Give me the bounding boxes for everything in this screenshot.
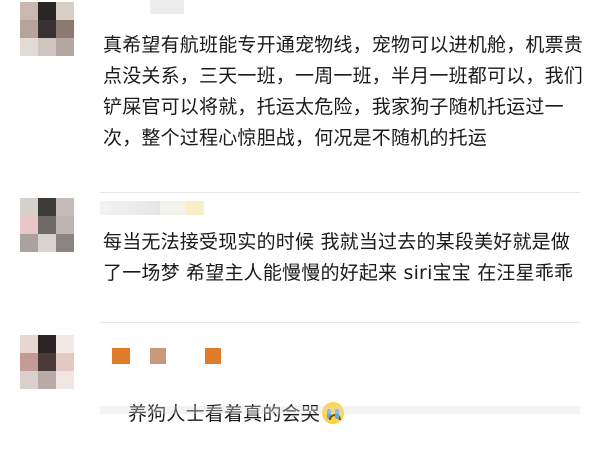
- avatar-pixel: [38, 371, 56, 389]
- username-obscured: [186, 201, 204, 215]
- avatar-pixel: [56, 335, 74, 353]
- avatar-pixel: [20, 198, 38, 216]
- username-obscured[interactable]: [150, 0, 184, 14]
- avatar-pixel: [20, 20, 38, 38]
- avatar-pixel: [38, 234, 56, 252]
- avatar-pixel: [20, 371, 38, 389]
- comment-text: 养狗人士看着真的会哭: [103, 368, 583, 461]
- avatar-pixel: [56, 38, 74, 56]
- avatar-pixel: [56, 20, 74, 38]
- comment-text: 真希望有航班能专开通宠物线，宠物可以进机舱，机票贵点没关系，三天一班，一周一班，…: [103, 34, 584, 149]
- divider: [100, 406, 580, 414]
- username-obscured: [150, 348, 166, 364]
- comment-2: 每当无法接受现实的时候 我就当过去的某段美好就是做了一场梦 希望主人能慢慢的好起…: [0, 195, 600, 320]
- avatar-pixel: [20, 216, 38, 234]
- avatar-pixel: [20, 335, 38, 353]
- avatar-pixel: [38, 335, 56, 353]
- avatar-pixel: [56, 216, 74, 234]
- username-obscured[interactable]: [100, 201, 160, 215]
- avatar-pixel: [38, 353, 56, 371]
- avatar-pixel: [56, 2, 74, 20]
- comment-1: 真希望有航班能专开通宠物线，宠物可以进机舱，机票贵点没关系，三天一班，一周一班，…: [0, 0, 600, 195]
- avatar-pixel: [20, 234, 38, 252]
- avatar-pixel: [38, 38, 56, 56]
- avatar-pixel: [56, 371, 74, 389]
- avatar-pixel: [56, 198, 74, 216]
- username-obscured[interactable]: [112, 348, 130, 364]
- comment-text: 每当无法接受现实的时候 我就当过去的某段美好就是做了一场梦 希望主人能慢慢的好起…: [103, 231, 574, 284]
- username-obscured: [205, 348, 221, 364]
- avatar[interactable]: [20, 2, 74, 56]
- avatar-pixel: [38, 2, 56, 20]
- avatar-pixel: [38, 198, 56, 216]
- divider: [100, 192, 580, 193]
- avatar-pixel: [38, 216, 56, 234]
- avatar[interactable]: [20, 335, 74, 389]
- avatar[interactable]: [20, 198, 74, 252]
- avatar-pixel: [20, 2, 38, 20]
- avatar-pixel: [20, 353, 38, 371]
- avatar-pixel: [20, 38, 38, 56]
- avatar-pixel: [56, 234, 74, 252]
- avatar-pixel: [56, 353, 74, 371]
- divider: [100, 322, 580, 323]
- avatar-pixel: [38, 20, 56, 38]
- username-obscured: [160, 201, 186, 215]
